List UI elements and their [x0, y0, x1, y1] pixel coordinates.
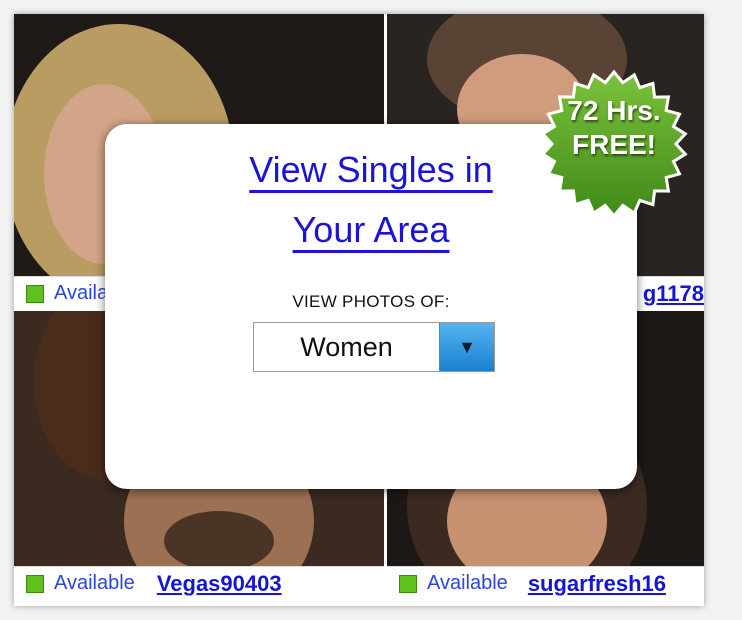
status-text: Available: [54, 572, 135, 594]
title-line-2: Your Area: [292, 209, 450, 250]
title-line-1: View Singles in: [249, 149, 493, 190]
badge-line-2: FREE!: [572, 129, 656, 160]
status-text: Available: [427, 572, 508, 594]
view-singles-link[interactable]: View Singles in Your Area: [249, 149, 492, 250]
free-trial-badge: 72 Hrs. FREE!: [538, 68, 690, 220]
online-status-indicator: [399, 574, 417, 593]
online-status-indicator: [26, 574, 44, 593]
username-link[interactable]: sugarfresh16: [528, 571, 666, 597]
badge-line-1: 72 Hrs.: [567, 95, 661, 126]
gender-select-value: Women: [300, 332, 393, 362]
gender-select[interactable]: Women ▼: [253, 322, 495, 372]
tile-caption: Available Vegas90403: [14, 566, 384, 600]
view-photos-label: VIEW PHOTOS OF:: [292, 292, 450, 311]
tile-caption: Available sugarfresh16: [387, 566, 704, 600]
dropdown-arrow-button[interactable]: ▼: [439, 323, 494, 371]
photo-beard: [164, 511, 274, 566]
online-status-indicator: [26, 284, 44, 303]
username-link[interactable]: Vegas90403: [157, 571, 282, 597]
badge-text: 72 Hrs. FREE!: [538, 94, 690, 162]
triangle-down-icon: ▼: [458, 336, 476, 357]
username-link[interactable]: g1178: [643, 281, 704, 307]
